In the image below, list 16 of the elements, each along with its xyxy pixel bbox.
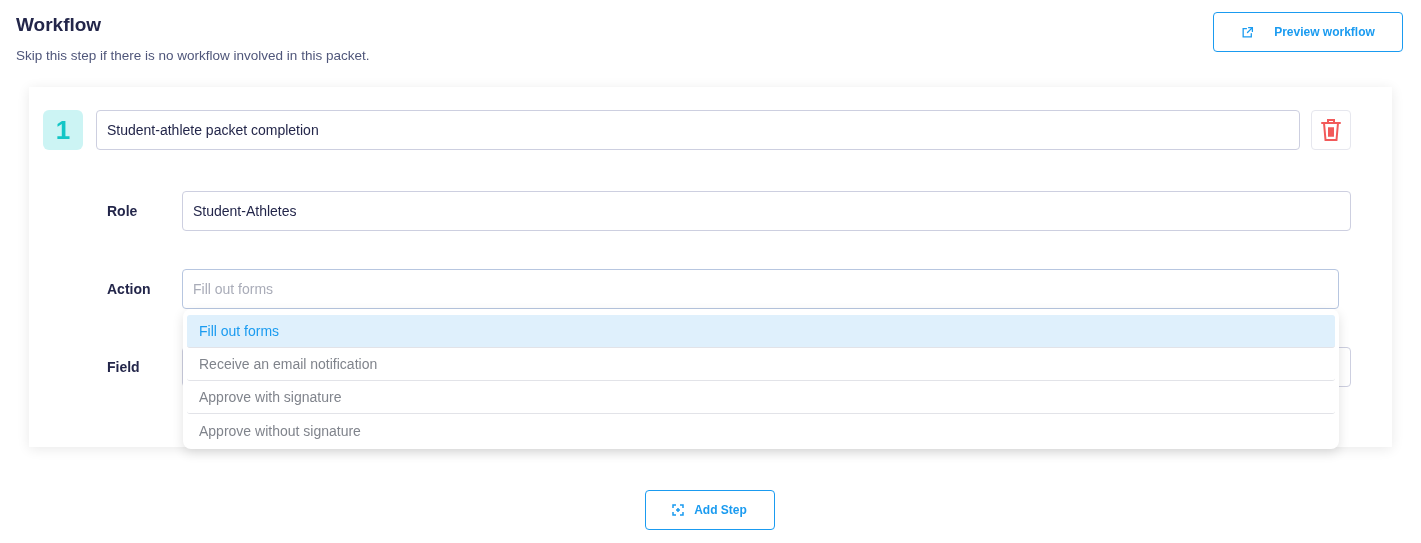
step-number: 1 (43, 110, 83, 150)
delete-button[interactable] (1311, 110, 1351, 150)
field-label: Field (107, 359, 141, 375)
text-input[interactable]: Student-Athletes (182, 191, 1351, 231)
add-step-button[interactable]: Add Step (644, 490, 775, 530)
section-description: Skip this step if there is no workflow involved in this packet. (16, 48, 370, 63)
step-title-input[interactable]: Student-athlete packet completion (96, 110, 1300, 150)
external-link-icon (1241, 25, 1255, 39)
field-label: Role (107, 203, 139, 219)
action-select[interactable]: Fill out forms (182, 269, 1339, 309)
section-title: Workflow (16, 14, 103, 36)
preview-workflow-button[interactable]: Preview workflow (1213, 12, 1403, 52)
trash-icon (1320, 118, 1342, 142)
field-label: Action (107, 281, 152, 297)
add-step-icon (672, 504, 685, 516)
dropdown-option[interactable]: Fill out forms (187, 315, 1335, 348)
